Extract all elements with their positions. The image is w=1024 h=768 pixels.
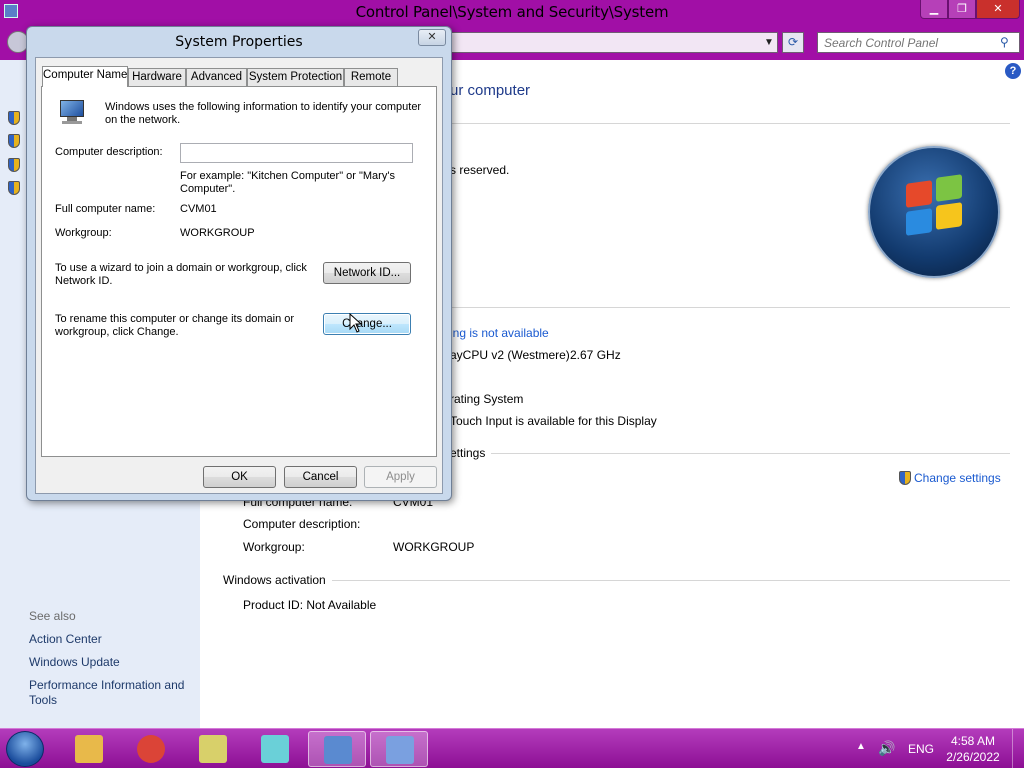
taskbar-system-properties[interactable] <box>370 731 428 767</box>
shield-icon <box>899 471 911 485</box>
network-id-button[interactable]: Network ID... <box>323 262 411 284</box>
search-icon[interactable]: ⚲ <box>1000 35 1014 49</box>
tab-panel-computer-name: Windows uses the following information t… <box>41 86 437 457</box>
intro-text: Windows uses the following information t… <box>105 101 422 126</box>
workgroup-label: Workgroup: <box>243 540 305 554</box>
address-dropdown-icon[interactable]: ▼ <box>762 34 776 51</box>
dialog-title: System Properties <box>175 34 303 50</box>
windows-logo <box>868 146 1000 278</box>
window-title: Control Panel\System and Security\System <box>355 3 669 21</box>
clock-time[interactable]: 4:58 AM <box>940 734 1006 748</box>
tab-remote[interactable]: Remote <box>344 68 398 86</box>
taskbar: ▲ 🔊 ENG 4:58 AM 2/26/2022 <box>0 728 1024 768</box>
shield-icon <box>8 134 20 148</box>
shield-icon <box>8 158 20 172</box>
tab-advanced[interactable]: Advanced <box>186 68 247 86</box>
flag-red <box>906 180 932 208</box>
show-desktop-button[interactable] <box>1012 729 1024 768</box>
search-input[interactable] <box>824 35 994 50</box>
system-properties-icon <box>386 736 414 764</box>
flag-yellow <box>936 202 962 230</box>
page-heading: ur computer <box>450 82 531 99</box>
restore-button[interactable]: ❐ <box>948 0 976 19</box>
ok-button[interactable]: OK <box>203 466 276 488</box>
full-name-value: CVM01 <box>180 203 217 215</box>
rename-text: To rename this computer or change its do… <box>55 313 295 338</box>
dialog-client-area: Computer Name Hardware Advanced System P… <box>35 57 443 494</box>
divider <box>450 453 1010 454</box>
tab-system-protection[interactable]: System Protection <box>247 68 344 86</box>
workgroup-value: WORKGROUP <box>393 540 475 554</box>
chrome-icon <box>137 735 165 763</box>
computer-settings-heading: ettings <box>450 446 492 460</box>
change-button[interactable]: Change... <box>323 313 411 335</box>
network-id-text: To use a wizard to join a domain or work… <box>55 262 307 287</box>
pen-touch-value: Touch Input is available for this Displa… <box>450 414 657 428</box>
computer-icon <box>58 100 88 126</box>
performance-info-link[interactable]: Performance Information and Tools <box>29 678 199 708</box>
system-properties-dialog: System Properties ✕ Computer Name Hardwa… <box>26 26 452 501</box>
description-label: Computer description: <box>55 146 163 158</box>
dialog-close-button[interactable]: ✕ <box>418 29 446 46</box>
divider <box>450 307 1010 308</box>
description-example: For example: "Kitchen Computer" or "Mary… <box>180 170 395 195</box>
tab-hardware[interactable]: Hardware <box>128 68 186 86</box>
taskbar-chrome[interactable] <box>122 731 180 767</box>
help-icon[interactable]: ? <box>1005 63 1021 79</box>
copyright-text: s reserved. <box>450 163 510 177</box>
tab-computer-name[interactable]: Computer Name <box>42 66 128 87</box>
start-button[interactable] <box>6 731 44 767</box>
search-box[interactable]: ⚲ <box>817 32 1020 53</box>
refresh-icon[interactable]: ⟳ <box>782 32 804 53</box>
folder-icon <box>75 735 103 763</box>
folder-sync-icon <box>199 735 227 763</box>
taskbar-installer[interactable] <box>246 731 304 767</box>
divider <box>223 580 1010 581</box>
full-name-label: Full computer name: <box>55 203 156 215</box>
language-indicator[interactable]: ENG <box>908 742 934 756</box>
processor-speed: 2.67 GHz <box>570 348 621 362</box>
control-panel-icon <box>324 736 352 764</box>
computer-description-input[interactable] <box>180 143 413 163</box>
action-center-link[interactable]: Action Center <box>29 632 199 647</box>
windows-activation-heading: Windows activation <box>223 573 332 587</box>
see-also-heading: See also <box>29 609 76 623</box>
change-settings-link[interactable]: Change settings <box>914 471 1001 485</box>
divider <box>450 123 1010 124</box>
workgroup-label: Workgroup: <box>55 227 112 239</box>
flag-blue <box>906 208 932 236</box>
taskbar-folder-sync[interactable] <box>184 731 242 767</box>
windows-update-link[interactable]: Windows Update <box>29 655 199 670</box>
workgroup-value: WORKGROUP <box>180 227 255 239</box>
mouse-cursor-icon <box>349 313 363 333</box>
system-type-value: rating System <box>450 392 524 406</box>
computer-description-label: Computer description: <box>243 517 361 531</box>
cancel-button[interactable]: Cancel <box>284 466 357 488</box>
apply-button[interactable]: Apply <box>364 466 437 488</box>
taskbar-explorer[interactable] <box>60 731 118 767</box>
clock-date[interactable]: 2/26/2022 <box>940 750 1006 764</box>
shield-icon <box>8 181 20 195</box>
show-hidden-icons[interactable]: ▲ <box>856 741 866 752</box>
taskbar-control-panel[interactable] <box>308 731 366 767</box>
installer-icon <box>261 735 289 763</box>
rating-link[interactable]: ing is not available <box>450 326 549 340</box>
minimize-button[interactable]: ▁ <box>920 0 948 19</box>
shield-icon <box>8 111 20 125</box>
volume-icon[interactable]: 🔊 <box>878 740 895 757</box>
processor-value: ayCPU v2 (Westmere) <box>450 348 570 362</box>
product-id: Product ID: Not Available <box>243 598 377 612</box>
flag-green <box>936 174 962 202</box>
close-button[interactable]: ✕ <box>976 0 1020 19</box>
control-panel-titlebar[interactable]: Control Panel\System and Security\System… <box>0 0 1024 26</box>
